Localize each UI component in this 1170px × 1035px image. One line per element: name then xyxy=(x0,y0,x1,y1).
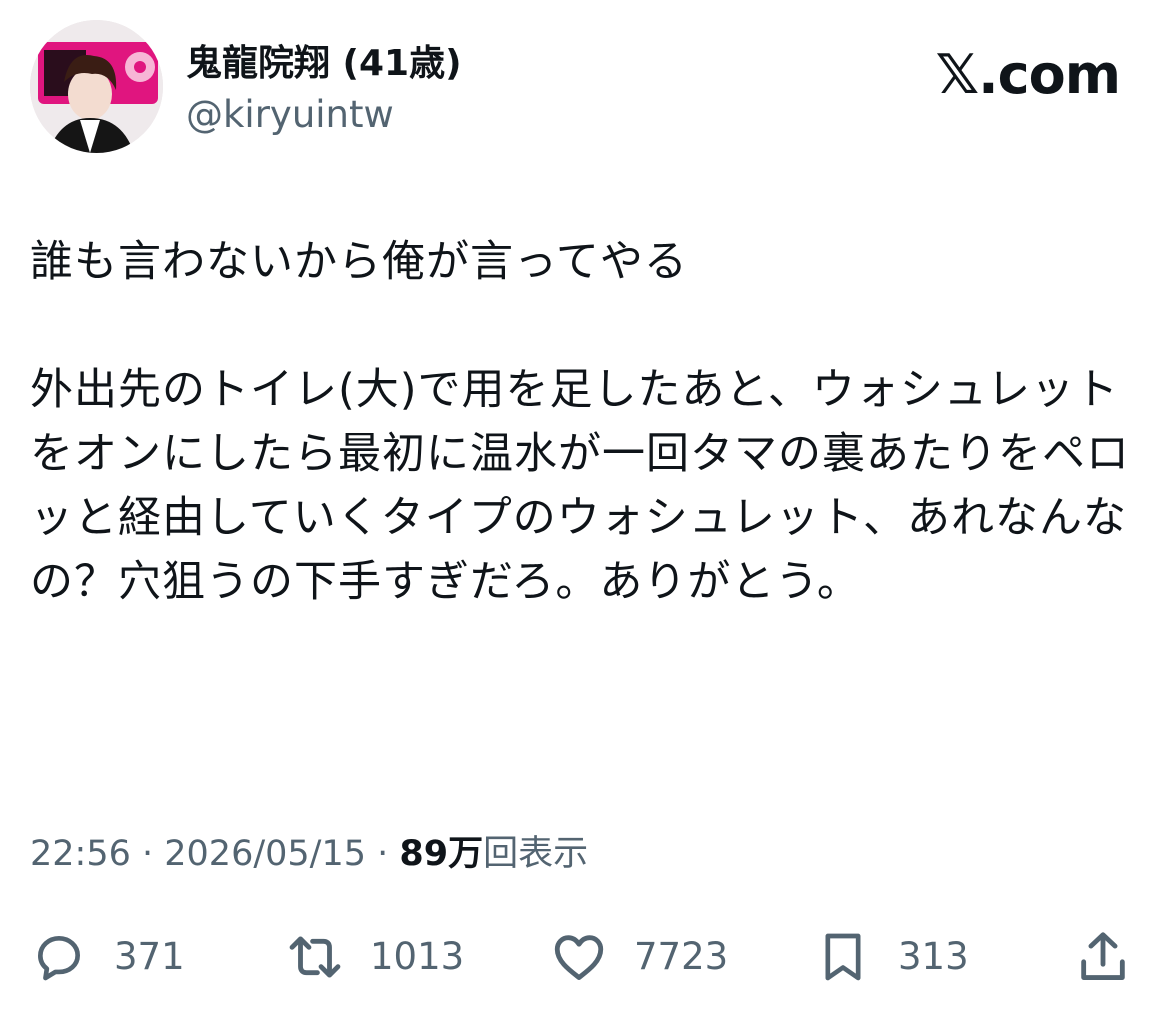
avatar[interactable] xyxy=(30,20,163,153)
display-name[interactable]: 鬼龍院翔 (41歳) xyxy=(186,42,462,86)
bookmark-button[interactable]: 313 xyxy=(814,922,969,992)
views-label: 回表示 xyxy=(483,834,589,874)
avatar-image xyxy=(30,20,163,153)
action-bar: 371 1013 7723 313 xyxy=(30,922,1140,992)
bookmark-icon xyxy=(814,928,872,986)
share-icon xyxy=(1074,928,1132,986)
share-button[interactable] xyxy=(1074,922,1132,992)
like-count: 7723 xyxy=(634,935,729,978)
views-count: 89万 xyxy=(399,834,484,874)
retweet-button[interactable]: 1013 xyxy=(286,922,464,992)
reply-icon xyxy=(30,928,88,986)
tweet-header: 鬼龍院翔 (41歳) @kiryuintw 𝕏.com xyxy=(30,20,1140,155)
x-logo: 𝕏.com xyxy=(935,43,1121,106)
bookmark-count: 313 xyxy=(898,935,969,978)
retweet-count: 1013 xyxy=(370,935,465,978)
meta-separator: · xyxy=(366,834,400,874)
heart-icon xyxy=(550,928,608,986)
meta-separator: · xyxy=(130,834,165,874)
like-button[interactable]: 7723 xyxy=(550,922,728,992)
reply-button[interactable]: 371 xyxy=(30,922,185,992)
tweet-meta: 22:56 · 2026/05/15 · 89万回表示 xyxy=(30,830,588,878)
tweet-date[interactable]: 2026/05/15 xyxy=(164,834,366,874)
user-handle[interactable]: @kiryuintw xyxy=(186,92,394,138)
retweet-icon xyxy=(286,928,344,986)
tweet-text: 誰も言わないから俺が言ってやる 外出先のトイレ(大)で用を足したあと、ウォシュレ… xyxy=(30,237,1130,607)
reply-count: 371 xyxy=(114,935,185,978)
tweet-time[interactable]: 22:56 xyxy=(30,834,131,874)
